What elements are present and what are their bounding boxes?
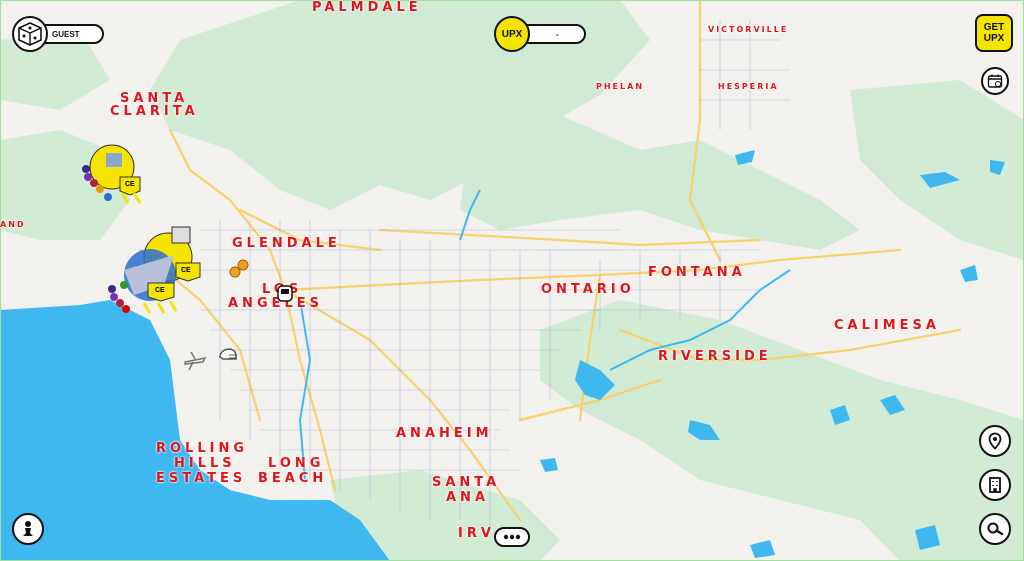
airplane-icon[interactable] — [183, 350, 207, 372]
location-button[interactable] — [979, 425, 1011, 457]
city-label-irvine: IRV — [458, 526, 495, 541]
city-label-fontana: FONTANA — [648, 265, 746, 280]
city-label-victorville: VICTORVILLE — [708, 25, 789, 34]
city-label-santa-ana-line2: ANA — [446, 490, 490, 505]
city-label-rolling-hills-line3: ESTATES — [156, 471, 247, 486]
get-upx-label-line2: UPX — [983, 33, 1005, 44]
city-label-hesperia: HESPERIA — [718, 82, 779, 91]
dice-icon — [18, 22, 42, 46]
city-label-rolling-hills-line1: ROLLING — [156, 441, 249, 456]
ce-badge-label: CE — [155, 287, 165, 294]
city-label-palmdale: PALMDALE — [312, 0, 422, 15]
more-dots-icon — [503, 534, 521, 540]
city-label-long-beach-line2: BEACH — [258, 471, 328, 486]
get-upx-label-line1: GET — [983, 22, 1005, 33]
more-menu-button[interactable] — [494, 527, 530, 547]
upx-coin-button[interactable]: UPX — [494, 16, 530, 52]
user-name: GUEST — [52, 30, 80, 39]
city-label-partial-and: AND — [0, 220, 26, 229]
ce-badge-label: CE — [125, 181, 135, 188]
search-icon — [987, 522, 1004, 536]
get-upx-button[interactable]: GET UPX — [975, 14, 1013, 52]
city-label-glendale: GLENDALE — [232, 236, 341, 251]
search-button[interactable] — [979, 513, 1011, 545]
building-icon — [989, 477, 1001, 493]
upx-balance: - — [556, 30, 559, 39]
city-label-riverside: RIVERSIDE — [658, 349, 772, 364]
marker-cluster-west[interactable]: CE CE — [104, 225, 204, 320]
ce-badge-label: CE — [181, 267, 191, 274]
city-label-anaheim: ANAHEIM — [396, 426, 493, 441]
train-icon[interactable] — [275, 284, 295, 304]
city-label-ontario: ONTARIO — [541, 282, 635, 297]
city-label-phelan: PHELAN — [596, 82, 645, 91]
user-avatar-button[interactable] — [12, 16, 48, 52]
pawn-icon — [23, 521, 33, 536]
upx-coin-label: UPX — [501, 28, 523, 40]
calendar-icon — [987, 74, 1003, 88]
marker-orange-pair[interactable] — [229, 258, 249, 278]
avatar-pawn-button[interactable] — [12, 513, 44, 545]
city-label-santa-clarita-line2: CLARITA — [110, 104, 199, 119]
calendar-button[interactable] — [981, 67, 1009, 95]
city-label-santa-ana-line1: SANTA — [432, 475, 501, 490]
marker-cluster-north[interactable]: CE — [78, 143, 148, 209]
buildings-button[interactable] — [979, 469, 1011, 501]
location-pin-icon — [988, 432, 1002, 450]
helmet-icon[interactable] — [217, 343, 239, 365]
city-label-calimesa: CALIMESA — [834, 318, 940, 333]
city-label-long-beach-line1: LONG — [268, 456, 325, 471]
city-label-rolling-hills-line2: HILLS — [174, 456, 236, 471]
